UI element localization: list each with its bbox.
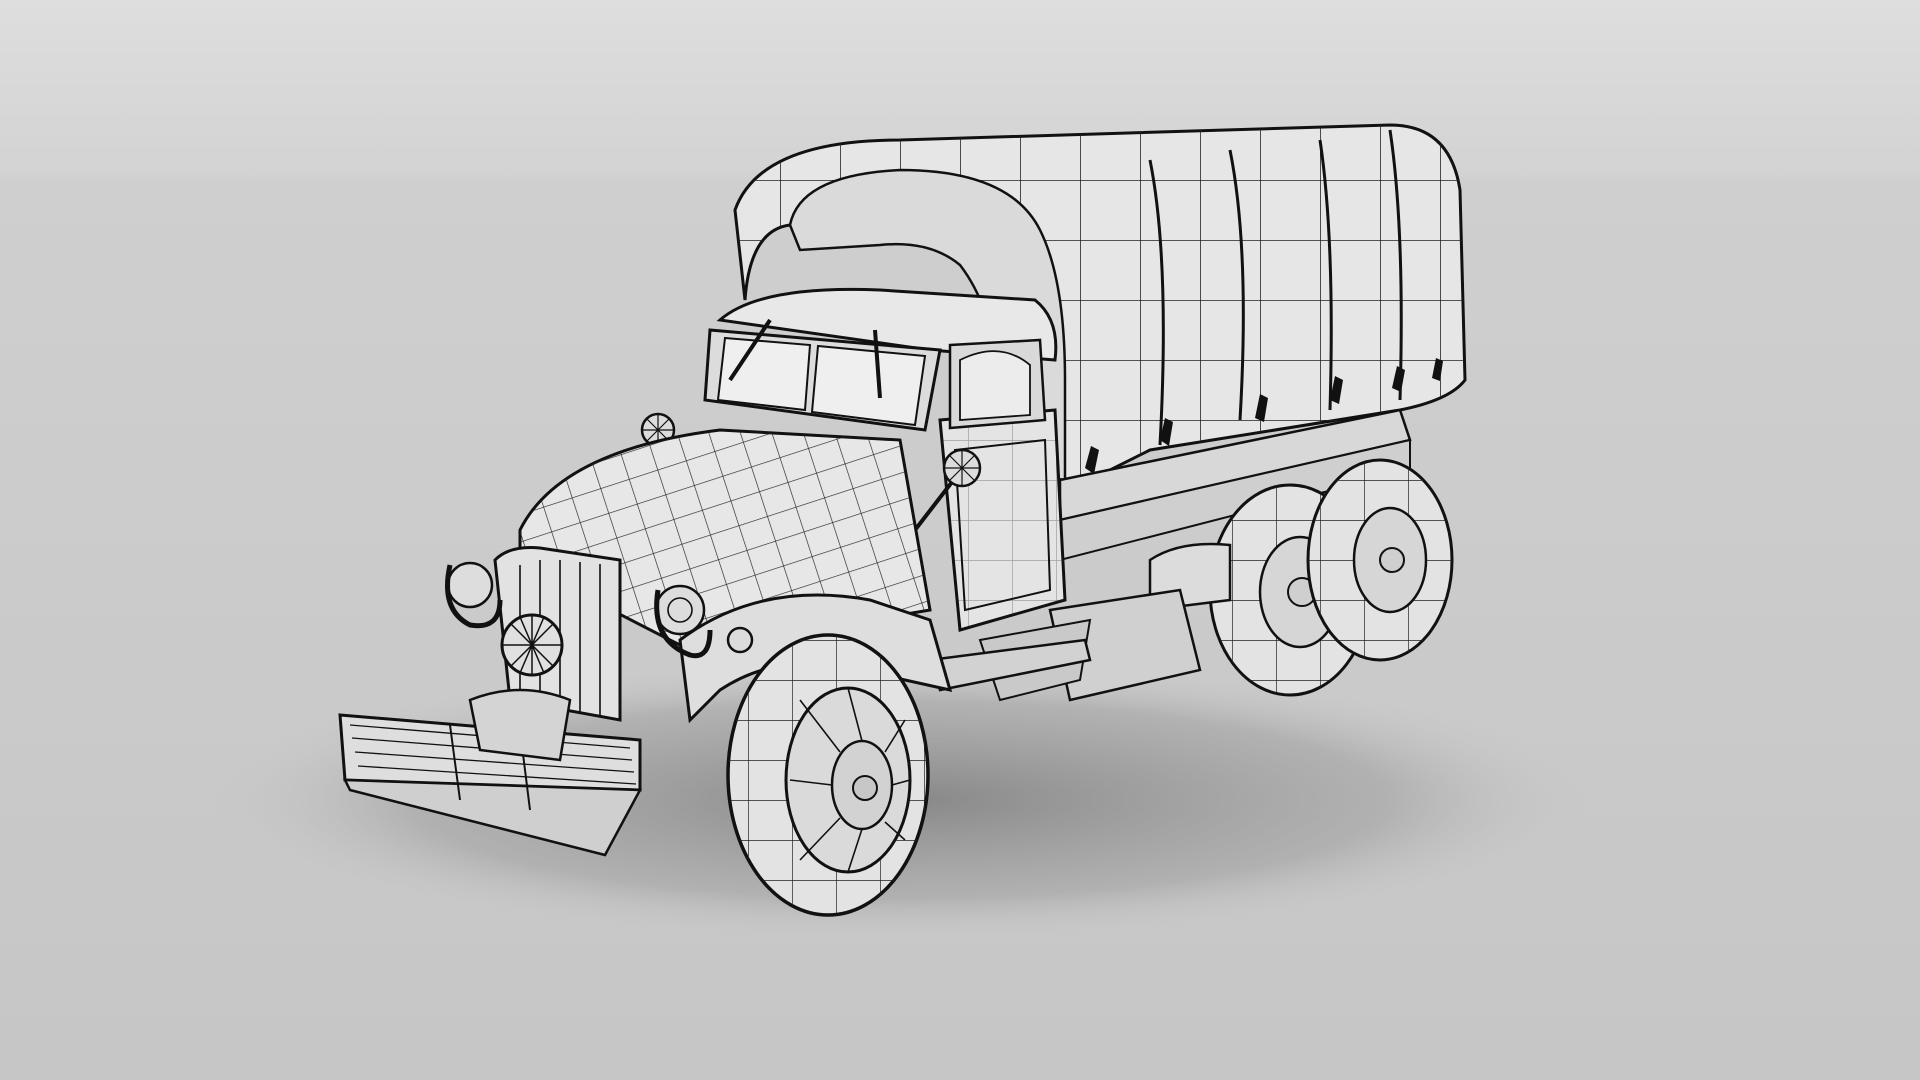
render-viewport xyxy=(0,0,1920,1080)
small-light xyxy=(726,626,754,654)
rear-wheel-2 xyxy=(1306,458,1454,662)
front-wheel xyxy=(726,633,930,917)
truck-render xyxy=(0,0,1920,1080)
spotlight-wheel xyxy=(500,613,564,677)
